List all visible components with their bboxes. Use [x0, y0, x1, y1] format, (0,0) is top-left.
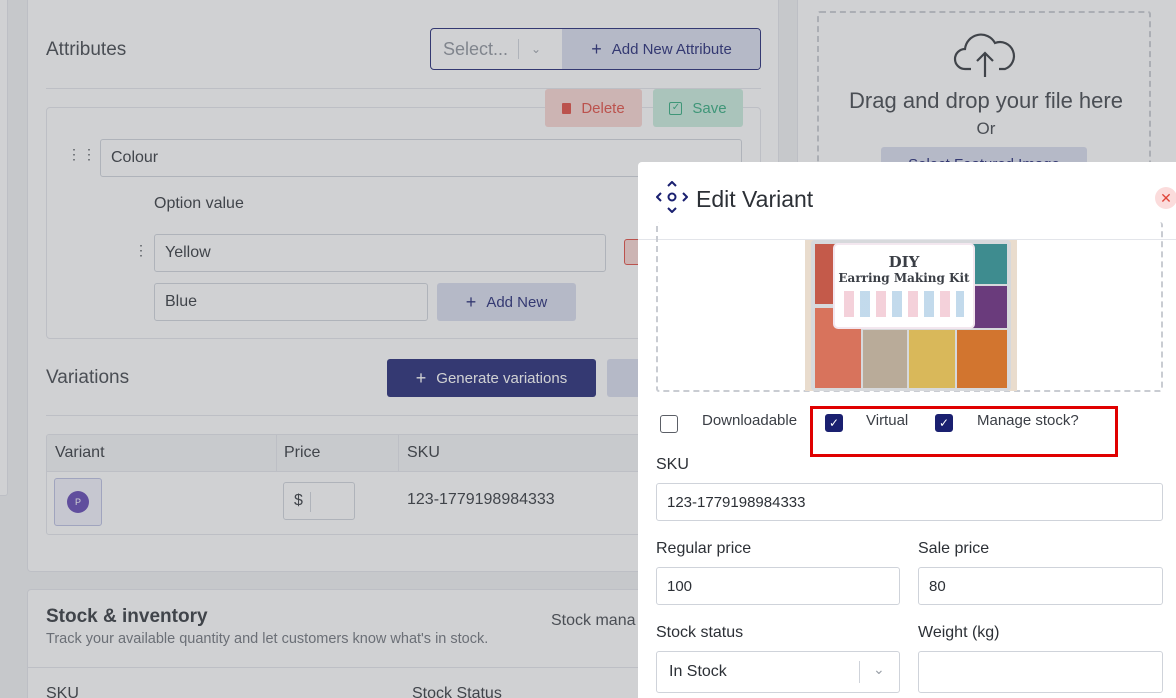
column-header-variant: Variant: [55, 444, 105, 461]
option-field-yellow[interactable]: Yellow: [154, 234, 606, 272]
attribute-name-value: Colour: [111, 149, 159, 166]
avatar-letter: P: [74, 497, 81, 507]
footer-col-stock-status: Stock Status: [412, 685, 502, 698]
product-label-card: DIY Earring Making Kit: [833, 243, 975, 329]
dropzone[interactable]: Drag and drop your file here Or Select F…: [817, 11, 1151, 181]
column-header-sku: SKU: [407, 444, 440, 461]
save-attribute-button[interactable]: ✓ Save: [653, 89, 743, 127]
column-divider: [276, 435, 277, 472]
plus-icon: +: [591, 38, 602, 59]
sku-input[interactable]: 123-1779198984333: [656, 483, 1163, 521]
option-value-label: Option value: [154, 195, 244, 212]
column-divider: [398, 435, 399, 472]
variant-sku: 123-1779198984333: [407, 491, 555, 508]
left-gutter-panel: [0, 0, 8, 496]
generate-variations-label: Generate variations: [436, 369, 568, 387]
option-value-text: Blue: [165, 293, 198, 310]
weight-label: Weight (kg): [918, 624, 1000, 641]
sale-price-value: 80: [929, 577, 946, 595]
sale-price-input[interactable]: 80: [918, 567, 1163, 605]
trash-icon: [562, 102, 572, 114]
column-header-price: Price: [284, 444, 321, 461]
section-title-stock: Stock & inventory: [46, 606, 208, 627]
add-new-label: Add New: [486, 293, 548, 311]
sku-label: SKU: [656, 456, 689, 473]
generate-variations-button[interactable]: + Generate variations: [387, 359, 596, 397]
variant-icon: [656, 181, 688, 213]
close-icon: ✕: [1160, 189, 1172, 206]
chevron-down-icon: ⌄: [531, 42, 542, 56]
downloadable-label: Downloadable: [702, 412, 798, 429]
bead-compartment: [909, 330, 955, 388]
modal-title: Edit Variant: [696, 186, 814, 212]
select-separator: [859, 661, 860, 683]
earring-illustrations: [844, 291, 964, 317]
highlight-box: [810, 406, 1118, 457]
edit-variant-modal: Edit Variant ✕ DIY Earring Making Kit Do…: [638, 162, 1176, 698]
close-modal-button[interactable]: ✕: [1155, 187, 1176, 209]
stock-status-select[interactable]: In Stock ⌄: [656, 651, 900, 693]
option-value-text: Yellow: [165, 244, 211, 261]
avatar: P: [67, 491, 89, 513]
save-label: Save: [692, 99, 727, 117]
select-placeholder: Select...: [443, 38, 509, 59]
option-field-blue[interactable]: Blue: [154, 283, 428, 321]
downloadable-checkbox[interactable]: [660, 415, 678, 433]
product-label-line2: Earring Making Kit: [838, 271, 970, 285]
bead-compartment: [863, 330, 907, 388]
regular-price-value: 100: [667, 577, 693, 595]
regular-price-input[interactable]: 100: [656, 567, 900, 605]
regular-price-label: Regular price: [656, 540, 752, 557]
price-field[interactable]: $: [283, 482, 355, 520]
add-new-attribute-label: Add New Attribute: [611, 40, 732, 58]
product-image: DIY Earring Making Kit: [805, 240, 1017, 391]
footer-col-sku: SKU: [46, 685, 79, 698]
attribute-select[interactable]: Select... ⌄: [431, 29, 561, 69]
drag-drop-text: Drag and drop your file here: [849, 88, 1123, 113]
plus-icon: +: [465, 291, 477, 312]
stock-status-label: Stock status: [656, 624, 744, 641]
section-title-variations: Variations: [46, 367, 130, 388]
stock-manage-label: Stock mana: [551, 612, 636, 629]
currency-separator: [310, 492, 311, 512]
plus-icon: +: [415, 367, 427, 388]
delete-attribute-button[interactable]: Delete: [545, 89, 642, 127]
stock-status-value: In Stock: [669, 663, 727, 680]
bead-compartment: [957, 330, 1007, 388]
sale-price-label: Sale price: [918, 540, 990, 557]
stock-subtitle: Track your available quantity and let cu…: [46, 631, 489, 647]
currency-symbol: $: [294, 492, 303, 509]
weight-input[interactable]: [918, 651, 1163, 693]
sku-value: 123-1779198984333: [667, 493, 806, 511]
delete-label: Delete: [581, 99, 625, 117]
separator: [518, 39, 520, 59]
or-text: Or: [976, 119, 996, 138]
drag-handle-icon[interactable]: ⋮⋮: [67, 147, 96, 161]
add-new-attribute-button[interactable]: + Add New Attribute: [562, 29, 760, 69]
save-check-icon: ✓: [669, 101, 683, 115]
chevron-down-icon: ⌄: [873, 661, 885, 677]
section-title-attributes: Attributes: [46, 39, 127, 60]
cloud-upload-icon: [953, 33, 1016, 77]
add-new-option-button[interactable]: + Add New: [437, 283, 576, 321]
product-label-line1: DIY: [888, 253, 920, 271]
attribute-select-group: Select... ⌄ + Add New Attribute: [430, 28, 761, 70]
variant-thumbnail[interactable]: P: [54, 478, 102, 526]
option-drag-handle-icon[interactable]: ⋮⋮: [134, 243, 163, 257]
